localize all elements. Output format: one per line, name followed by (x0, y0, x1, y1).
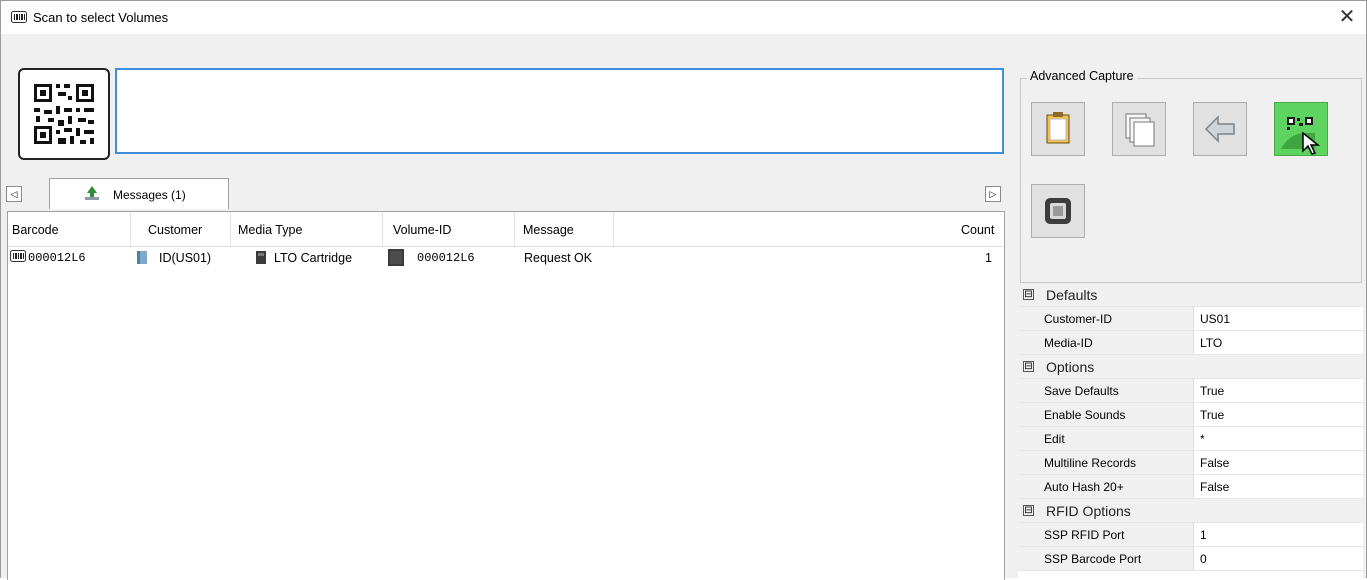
arrow-left-icon (1204, 115, 1235, 143)
qr-capture-button[interactable] (1274, 102, 1328, 156)
category-rfid-options[interactable]: ⊟ RFID Options (1018, 499, 1363, 523)
property-name: Save Defaults (1044, 384, 1119, 398)
property-name: Media-ID (1044, 336, 1093, 350)
column-header-volume-id[interactable]: Volume-ID (393, 223, 451, 237)
property-row[interactable]: SSP RFID Port 1 (1018, 523, 1363, 547)
qr-code-icon (34, 84, 94, 144)
collapse-icon[interactable]: ⊟ (1023, 289, 1034, 300)
column-header-customer[interactable]: Customer (148, 223, 202, 237)
qr-scan-hand-icon (1281, 117, 1321, 155)
column-header-barcode[interactable]: Barcode (12, 223, 59, 237)
property-row[interactable]: Edit * (1018, 427, 1363, 451)
property-row[interactable]: Multiline Records False (1018, 451, 1363, 475)
property-row[interactable]: Enable Sounds True (1018, 403, 1363, 427)
tab-scroll-left-button[interactable]: ◁ (6, 186, 22, 202)
property-value[interactable]: * (1200, 432, 1205, 446)
close-button[interactable]: ✕ (1334, 5, 1360, 29)
tab-label: Messages (1) (113, 188, 186, 202)
property-value[interactable]: True (1200, 384, 1224, 398)
tab-scroll-right-button[interactable]: ▷ (985, 186, 1001, 202)
rfid-capture-button[interactable] (1031, 184, 1085, 238)
property-name: SSP RFID Port (1044, 528, 1125, 542)
category-label: Options (1046, 359, 1095, 375)
category-defaults[interactable]: ⊟ Defaults (1018, 283, 1363, 307)
copy-capture-button[interactable] (1112, 102, 1166, 156)
category-options[interactable]: ⊟ Options (1018, 355, 1363, 379)
scan-input[interactable] (115, 68, 1004, 154)
cell-media-type: LTO Cartridge (274, 251, 353, 265)
property-value[interactable]: 1 (1200, 528, 1207, 542)
table-row[interactable]: 000012L6 ID(US01) LTO Cartridge 000012L6… (8, 248, 1004, 268)
collapse-icon[interactable]: ⊟ (1023, 505, 1034, 516)
category-label: RFID Options (1046, 503, 1131, 519)
scan-dialog: Scan to select Volumes ✕ ◁ Messages (1) … (0, 0, 1367, 580)
volume-icon (388, 249, 404, 269)
property-name: SSP Barcode Port (1044, 552, 1142, 566)
property-name: Customer-ID (1044, 312, 1113, 326)
tab-messages[interactable]: Messages (1) (49, 178, 229, 209)
cell-count: 1 (985, 251, 992, 265)
column-header-message[interactable]: Message (523, 223, 574, 237)
property-name: Edit (1044, 432, 1065, 446)
property-grid: ⊟ Defaults Customer-ID US01 Media-ID LTO… (1018, 283, 1363, 579)
advanced-capture-label: Advanced Capture (1027, 69, 1137, 83)
property-value[interactable]: US01 (1200, 312, 1230, 326)
barcode-scanner-icon (11, 11, 27, 26)
property-value[interactable]: True (1200, 408, 1224, 422)
collapse-icon[interactable]: ⊟ (1023, 361, 1034, 372)
cell-message: Request OK (524, 251, 593, 265)
tab-strip: ◁ Messages (1) ▷ (1, 175, 1006, 211)
property-name: Auto Hash 20+ (1044, 480, 1124, 494)
column-header-count[interactable]: Count (961, 223, 994, 237)
window-title: Scan to select Volumes (33, 10, 169, 25)
download-icon (84, 185, 100, 204)
cartridge-icon (254, 250, 268, 268)
property-name: Multiline Records (1044, 456, 1137, 470)
clipboard-icon (1046, 112, 1070, 144)
category-label: Defaults (1046, 287, 1098, 303)
import-capture-button[interactable] (1193, 102, 1247, 156)
property-name: Enable Sounds (1044, 408, 1126, 422)
property-row[interactable]: Save Defaults True (1018, 379, 1363, 403)
cell-customer: ID(US01) (159, 251, 212, 265)
property-row[interactable]: Auto Hash 20+ False (1018, 475, 1363, 499)
column-header-media-type[interactable]: Media Type (238, 223, 302, 237)
property-row[interactable]: SSP Barcode Port 0 (1018, 547, 1363, 571)
copy-pages-icon (1125, 113, 1155, 147)
property-value[interactable]: False (1200, 480, 1229, 494)
property-row[interactable]: Media-ID LTO (1018, 331, 1363, 355)
property-value[interactable]: 0 (1200, 552, 1207, 566)
cell-volume-id: 000012L6 (417, 251, 475, 265)
customer-icon (135, 250, 149, 268)
title-bar: Scan to select Volumes ✕ (1, 1, 1366, 34)
rfid-chip-icon (1045, 198, 1071, 224)
messages-grid: Barcode Customer Media Type Volume-ID Me… (7, 211, 1005, 580)
property-value[interactable]: LTO (1200, 336, 1222, 350)
grid-header: Barcode Customer Media Type Volume-ID Me… (8, 212, 1004, 247)
property-row[interactable]: Customer-ID US01 (1018, 307, 1363, 331)
property-value[interactable]: False (1200, 456, 1229, 470)
qr-scan-button[interactable] (18, 68, 110, 160)
barcode-icon (10, 250, 26, 265)
clipboard-capture-button[interactable] (1031, 102, 1085, 156)
cell-barcode: 000012L6 (28, 251, 86, 265)
